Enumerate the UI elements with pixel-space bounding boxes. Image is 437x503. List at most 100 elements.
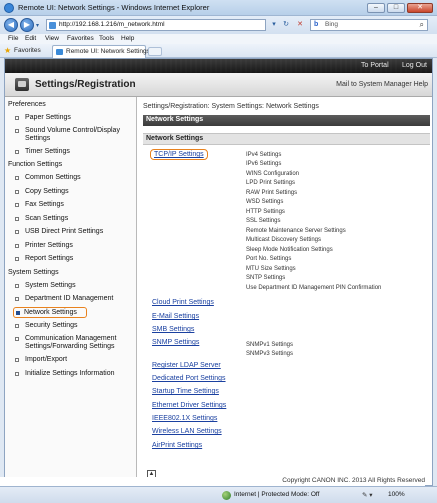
startup-time-settings-link[interactable]: Startup Time Settings — [152, 388, 219, 395]
snmp-sub-item: SNMPv3 Settings — [246, 351, 294, 357]
sidebar-section-system-settings[interactable]: System Settings — [8, 269, 59, 276]
snmp-settings-link[interactable]: SNMP Settings — [152, 339, 199, 346]
menu-bar: File Edit View Favorites Tools Help — [0, 34, 437, 44]
tab-page-icon — [56, 49, 63, 55]
main-title-bar: Network Settings — [143, 115, 430, 126]
address-url[interactable]: http://192.168.1.216/m_network.html — [59, 21, 165, 28]
window-title: Remote UI: Network Settings - Windows In… — [18, 3, 210, 12]
bullet-icon — [15, 372, 19, 376]
minimize-button[interactable]: – — [367, 3, 385, 13]
search-input[interactable]: b Bing ⌕ — [310, 19, 428, 31]
bullet-icon — [15, 337, 19, 341]
top-band: To Portal Log Out — [5, 59, 432, 73]
settings-registration-icon — [15, 78, 29, 91]
to-portal-link[interactable]: To Portal — [361, 62, 389, 69]
favorites-label[interactable]: Favorites — [14, 47, 41, 54]
tcpip-sub-item: Use Department ID Management PIN Confirm… — [246, 285, 382, 291]
header-links[interactable]: Mail to System Manager Help — [336, 81, 428, 88]
bing-logo-icon: b — [314, 21, 319, 28]
bullet-icon — [15, 176, 19, 180]
menu-favorites[interactable]: Favorites — [67, 35, 94, 42]
tcpip-sub-item: IPv4 Settings — [246, 152, 282, 158]
protected-mode-controls[interactable]: ✎ ▾ — [362, 491, 373, 499]
search-icon[interactable]: ⌕ — [420, 20, 424, 30]
cloud-print-settings-link[interactable]: Cloud Print Settings — [152, 299, 214, 306]
ieee8021x-settings-link[interactable]: IEEE802.1X Settings — [152, 415, 217, 422]
refresh-icon[interactable]: ↻ — [280, 20, 292, 30]
search-engine-name: Bing — [325, 21, 339, 28]
menu-help[interactable]: Help — [121, 35, 134, 42]
logout-link[interactable]: Log Out — [402, 62, 427, 69]
wireless-lan-settings-link[interactable]: Wireless LAN Settings — [152, 428, 222, 435]
window-titlebar: Remote UI: Network Settings - Windows In… — [0, 0, 437, 16]
history-dropdown-icon[interactable]: ▾ — [36, 22, 39, 29]
bullet-icon — [15, 116, 19, 120]
tcpip-sub-item: MTU Size Settings — [246, 266, 296, 272]
page-header: Settings/Registration Mail to System Man… — [5, 73, 432, 97]
email-settings-link[interactable]: E-Mail Settings — [152, 313, 199, 320]
menu-tools[interactable]: Tools — [99, 35, 114, 42]
maximize-button[interactable]: □ — [387, 3, 405, 13]
airprint-settings-link[interactable]: AirPrint Settings — [152, 442, 202, 449]
address-dropdown-icon[interactable]: ▾ — [268, 20, 280, 30]
tcpip-sub-item: Port No. Settings — [246, 256, 292, 262]
copyright-text: Copyright CANON INC. 2013 All Rights Res… — [0, 477, 425, 486]
bullet-icon — [15, 217, 19, 221]
internet-zone-icon — [222, 491, 231, 500]
register-ldap-server-link[interactable]: Register LDAP Server — [152, 362, 221, 369]
page-title: Settings/Registration — [35, 79, 136, 90]
tcpip-sub-item: SNTP Settings — [246, 275, 286, 281]
page-icon — [49, 22, 56, 29]
tab-title[interactable]: Remote UI: Network Settings — [66, 48, 150, 55]
sidebar-item-communication-management[interactable]: Communication Management Settings/Forwar… — [15, 335, 135, 351]
sidebar: Preferences Paper Settings Sound Volume … — [5, 97, 137, 485]
tcpip-sub-item: RAW Print Settings — [246, 190, 298, 196]
tcpip-sub-item: LPD Print Settings — [246, 180, 296, 186]
menu-view[interactable]: View — [45, 35, 59, 42]
security-zone-text[interactable]: Internet | Protected Mode: Off — [234, 491, 319, 498]
bullet-icon — [15, 244, 19, 248]
bullet-icon — [15, 150, 19, 154]
tcpip-sub-item: WINS Configuration — [246, 171, 300, 177]
new-tab-button[interactable] — [148, 47, 162, 56]
snmp-sub-item: SNMPv1 Settings — [246, 342, 294, 348]
bullet-icon — [15, 257, 19, 261]
bullet-icon — [15, 203, 19, 207]
forward-button[interactable]: ▶ — [20, 18, 34, 32]
section-header: Network Settings — [143, 133, 430, 145]
bullet-icon — [15, 190, 19, 194]
stop-icon[interactable]: ✕ — [294, 20, 306, 30]
back-button[interactable]: ◀ — [4, 18, 18, 32]
favorites-star-icon[interactable]: ★ — [4, 46, 11, 55]
bullet-icon — [15, 230, 19, 234]
smb-settings-link[interactable]: SMB Settings — [152, 326, 194, 333]
bullet-icon — [16, 311, 20, 315]
tcpip-settings-link[interactable]: TCP/IP Settings — [150, 149, 208, 160]
tcpip-sub-item: HTTP Settings — [246, 209, 285, 215]
zoom-level[interactable]: 100% — [388, 491, 405, 498]
tcpip-sub-item: Remote Maintenance Server Settings — [246, 228, 346, 234]
bullet-icon — [15, 324, 19, 328]
sidebar-section-preferences[interactable]: Preferences — [8, 101, 46, 108]
close-window-button[interactable]: ✕ — [407, 3, 433, 13]
address-row: ◀ ▶ ▾ http://192.168.1.216/m_network.htm… — [0, 16, 437, 34]
breadcrumb: Settings/Registration: System Settings: … — [143, 103, 319, 110]
main-title: Network Settings — [146, 116, 204, 123]
sidebar-section-function-settings[interactable]: Function Settings — [8, 161, 62, 168]
address-field[interactable]: http://192.168.1.216/m_network.html — [46, 19, 266, 31]
ethernet-driver-settings-link[interactable]: Ethernet Driver Settings — [152, 402, 226, 409]
sidebar-item-network-settings[interactable]: Network Settings — [13, 307, 87, 318]
tcpip-sub-item: IPv6 Settings — [246, 161, 282, 167]
status-bar: Internet | Protected Mode: Off ✎ ▾ 100% — [0, 486, 437, 503]
browser-tab[interactable]: Remote UI: Network Settings — [52, 45, 150, 58]
tcpip-sub-item: WSD Settings — [246, 199, 284, 205]
dedicated-port-settings-link[interactable]: Dedicated Port Settings — [152, 375, 226, 382]
favorites-bar: ★ Favorites Remote UI: Network Settings — [0, 44, 437, 58]
section-title: Network Settings — [146, 135, 204, 142]
tcpip-sub-item: Sleep Mode Notification Settings — [246, 247, 333, 253]
menu-edit[interactable]: Edit — [25, 35, 36, 42]
bullet-icon — [15, 284, 19, 288]
ie-logo-icon — [4, 3, 14, 13]
menu-file[interactable]: File — [8, 35, 18, 42]
sidebar-item-sound-volume[interactable]: Sound Volume Control/Display Settings — [15, 127, 135, 143]
